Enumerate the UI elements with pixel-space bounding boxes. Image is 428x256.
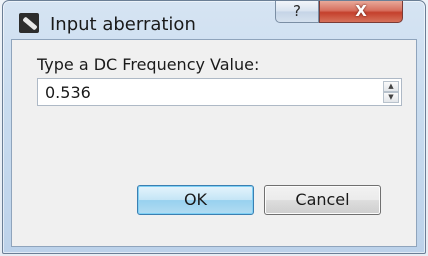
frequency-prompt-label: Type a DC Frequency Value: <box>37 55 260 74</box>
ok-button[interactable]: OK <box>137 185 254 215</box>
cancel-button[interactable]: Cancel <box>264 185 381 215</box>
close-button[interactable]: X <box>319 1 403 23</box>
frequency-spinbox[interactable]: 0.536 ▲ ▼ <box>37 78 402 106</box>
close-icon: X <box>355 2 367 20</box>
dialog-window: Input aberration ? X <box>2 0 426 254</box>
frequency-value-input[interactable]: 0.536 <box>45 83 91 102</box>
help-icon: ? <box>293 2 301 20</box>
spin-down-icon[interactable]: ▼ <box>383 92 399 103</box>
window-title: Input aberration <box>50 14 196 35</box>
spin-arrows: ▲ ▼ <box>383 81 399 103</box>
app-icon <box>19 13 39 33</box>
help-button[interactable]: ? <box>275 1 319 23</box>
screen: Input aberration ? X Type a DC Frequency… <box>0 0 428 256</box>
title-bar[interactable]: Input aberration ? X <box>3 1 425 39</box>
spin-up-icon[interactable]: ▲ <box>383 81 399 92</box>
